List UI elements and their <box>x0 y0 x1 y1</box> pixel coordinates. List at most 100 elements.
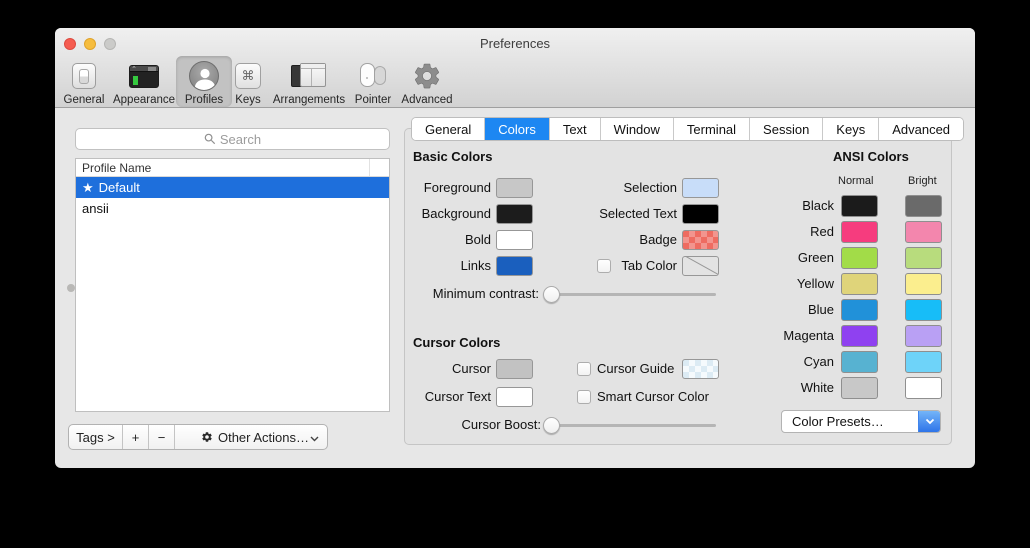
toolbar-item-advanced[interactable]: Advanced <box>392 57 462 107</box>
badge-color-well[interactable] <box>682 230 719 250</box>
ansi-colors-title: ANSI Colors <box>833 149 909 164</box>
foreground-label: Foreground <box>405 180 491 195</box>
chevron-down-icon <box>310 430 319 445</box>
minimum-contrast-label: Minimum contrast: <box>405 286 539 301</box>
minimum-contrast-knob[interactable] <box>543 286 560 303</box>
ansi-green-label: Green <box>725 250 834 265</box>
cursor-text-color-well[interactable] <box>496 387 533 407</box>
toolbar-item-general[interactable]: General <box>59 57 109 107</box>
ansi-yellow-bright-well[interactable] <box>905 273 942 295</box>
profile-list-header[interactable]: Profile Name <box>76 159 389 177</box>
star-icon: ★ <box>82 180 94 196</box>
cursor-guide-label: Cursor Guide <box>597 361 674 376</box>
ansi-magenta-bright-well[interactable] <box>905 325 942 347</box>
smart-cursor-color-label: Smart Cursor Color <box>597 389 709 404</box>
color-presets-dropdown[interactable]: Color Presets… <box>781 410 941 433</box>
keys-icon: ⌘ <box>235 59 261 93</box>
ansi-black-normal-well[interactable] <box>841 195 878 217</box>
desktop: Preferences General × Appearance Profile… <box>0 0 1030 548</box>
tab-terminal[interactable]: Terminal <box>674 118 750 140</box>
profile-list: Profile Name ★ Default ansii <box>75 158 390 412</box>
cursor-label: Cursor <box>405 361 491 376</box>
cursor-boost-knob[interactable] <box>543 417 560 434</box>
pointer-icon <box>357 59 389 93</box>
tab-color-label: Tab Color <box>617 258 677 273</box>
remove-profile-button[interactable]: − <box>149 425 175 449</box>
toolbar-item-profiles[interactable]: Profiles <box>178 57 230 107</box>
ansi-green-normal-well[interactable] <box>841 247 878 269</box>
search-input[interactable]: Search <box>75 128 390 150</box>
profile-footer-buttons: Tags > + − Other Actions… <box>68 424 328 450</box>
bold-label: Bold <box>405 232 491 247</box>
toolbar-item-arrangements[interactable]: Arrangements <box>261 57 357 107</box>
ansi-yellow-label: Yellow <box>725 276 834 291</box>
gear-icon <box>412 59 442 93</box>
tab-colors[interactable]: Colors <box>485 118 550 140</box>
titlebar: Preferences General × Appearance Profile… <box>55 28 975 108</box>
tab-color-well[interactable] <box>682 256 719 276</box>
toolbar-item-appearance[interactable]: × Appearance <box>104 57 184 107</box>
cursor-text-label: Cursor Text <box>405 389 491 404</box>
add-profile-button[interactable]: + <box>123 425 149 449</box>
preferences-window: Preferences General × Appearance Profile… <box>55 28 975 468</box>
cursor-boost-slider[interactable] <box>551 424 716 427</box>
selection-color-well[interactable] <box>682 178 719 198</box>
cursor-guide-checkbox[interactable] <box>577 362 591 376</box>
search-icon <box>204 133 216 145</box>
ansi-black-label: Black <box>725 198 834 213</box>
links-color-well[interactable] <box>496 256 533 276</box>
tab-text[interactable]: Text <box>550 118 601 140</box>
gear-icon <box>201 431 213 443</box>
links-label: Links <box>405 258 491 273</box>
ansi-white-normal-well[interactable] <box>841 377 878 399</box>
ansi-green-bright-well[interactable] <box>905 247 942 269</box>
ansi-yellow-normal-well[interactable] <box>841 273 878 295</box>
badge-label: Badge <box>505 232 677 247</box>
ansi-cyan-normal-well[interactable] <box>841 351 878 373</box>
profile-tabs: General Colors Text Window Terminal Sess… <box>411 117 964 141</box>
ansi-blue-bright-well[interactable] <box>905 299 942 321</box>
appearance-icon: × <box>129 59 159 93</box>
other-actions-dropdown[interactable]: Other Actions… <box>175 425 327 449</box>
ansi-blue-label: Blue <box>725 302 834 317</box>
profile-row-default[interactable]: ★ Default <box>76 177 389 198</box>
ansi-red-normal-well[interactable] <box>841 221 878 243</box>
ansi-cyan-label: Cyan <box>725 354 834 369</box>
search-placeholder: Search <box>220 132 261 147</box>
ansi-red-label: Red <box>725 224 834 239</box>
tab-window[interactable]: Window <box>601 118 674 140</box>
cursor-guide-color-well[interactable] <box>682 359 719 379</box>
smart-cursor-color-checkbox[interactable] <box>577 390 591 404</box>
ansi-black-bright-well[interactable] <box>905 195 942 217</box>
cursor-boost-label: Cursor Boost: <box>405 417 541 432</box>
profile-row-ansii[interactable]: ansii <box>76 198 389 219</box>
ansi-blue-normal-well[interactable] <box>841 299 878 321</box>
colors-panel: Basic Colors Foreground Background Bold … <box>404 128 952 445</box>
tab-general[interactable]: General <box>412 118 485 140</box>
tab-color-checkbox[interactable] <box>597 259 611 273</box>
column-divider <box>369 159 370 176</box>
profiles-icon <box>189 59 219 93</box>
cursor-color-well[interactable] <box>496 359 533 379</box>
tab-session[interactable]: Session <box>750 118 823 140</box>
tab-advanced[interactable]: Advanced <box>879 118 963 140</box>
window-title: Preferences <box>55 36 975 51</box>
splitter-handle[interactable] <box>67 284 75 292</box>
chevron-down-icon <box>918 411 940 432</box>
selection-label: Selection <box>505 180 677 195</box>
general-icon <box>72 59 96 93</box>
ansi-red-bright-well[interactable] <box>905 221 942 243</box>
ansi-magenta-label: Magenta <box>725 328 834 343</box>
arrangements-icon <box>291 59 327 93</box>
ansi-white-bright-well[interactable] <box>905 377 942 399</box>
bright-column-header: Bright <box>908 175 937 187</box>
background-label: Background <box>405 206 491 221</box>
selected-text-label: Selected Text <box>505 206 677 221</box>
ansi-cyan-bright-well[interactable] <box>905 351 942 373</box>
tags-button[interactable]: Tags > <box>69 425 123 449</box>
minimum-contrast-slider[interactable] <box>551 293 716 296</box>
normal-column-header: Normal <box>838 175 873 187</box>
tab-keys[interactable]: Keys <box>823 118 879 140</box>
ansi-magenta-normal-well[interactable] <box>841 325 878 347</box>
selected-text-color-well[interactable] <box>682 204 719 224</box>
